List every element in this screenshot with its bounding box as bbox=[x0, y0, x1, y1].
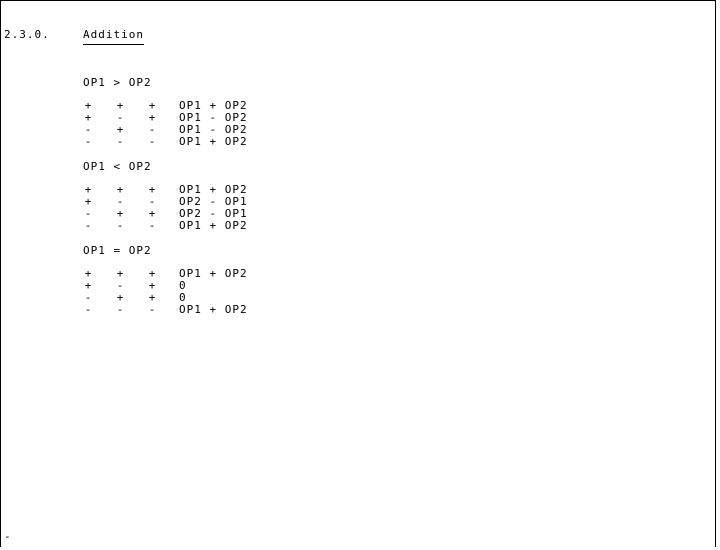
section-title: Addition bbox=[83, 28, 144, 45]
result-expression: OP1 + OP2 bbox=[179, 267, 248, 280]
sign-result: - bbox=[148, 303, 156, 316]
table-row: - - - OP1 + OP2 bbox=[83, 303, 247, 316]
section-number: 2.3.0. bbox=[4, 28, 50, 41]
sign-result: - bbox=[148, 219, 156, 232]
sign-result: - bbox=[148, 135, 156, 148]
sign-op1: - bbox=[84, 303, 92, 316]
sign-op2: - bbox=[116, 219, 124, 232]
table-row: - - - OP1 + OP2 bbox=[83, 135, 247, 148]
result-expression: OP1 + OP2 bbox=[179, 135, 248, 148]
group-heading-op1-equal: OP1 = OP2 bbox=[83, 244, 152, 257]
table-row: - - - OP1 + OP2 bbox=[83, 219, 247, 232]
sign-op1: - bbox=[84, 135, 92, 148]
result-expression: OP1 + OP2 bbox=[179, 219, 248, 232]
sign-op2: - bbox=[116, 135, 124, 148]
group-heading-op1-less: OP1 < OP2 bbox=[83, 160, 152, 173]
group-heading-op1-greater: OP1 > OP2 bbox=[83, 76, 152, 89]
result-expression: OP1 + OP2 bbox=[179, 303, 248, 316]
sign-op1: - bbox=[84, 219, 92, 232]
sign-op2: - bbox=[116, 303, 124, 316]
text-cursor: - bbox=[4, 530, 11, 543]
